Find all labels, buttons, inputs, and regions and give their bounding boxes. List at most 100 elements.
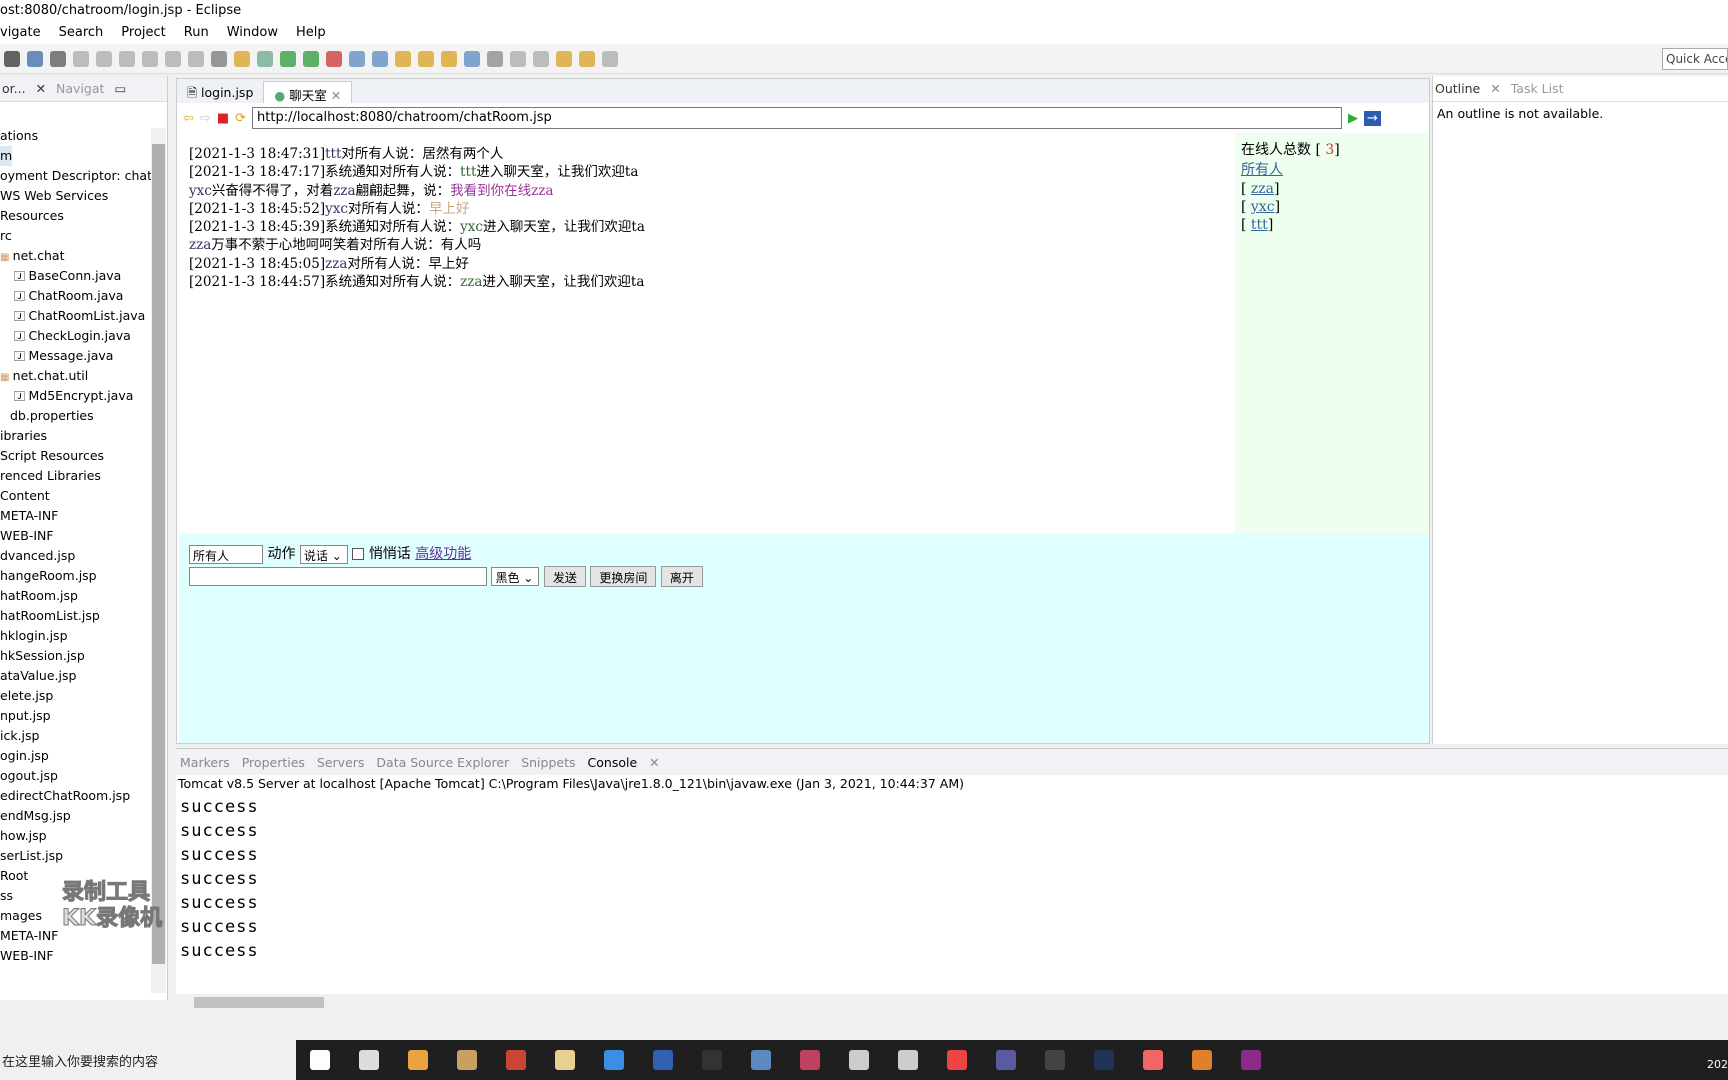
tree-item[interactable]: m bbox=[0, 146, 13, 166]
tree-item[interactable]: nput.jsp bbox=[0, 706, 51, 726]
tree-item[interactable]: META-INF bbox=[0, 506, 58, 526]
taskbar-app-icon[interactable] bbox=[996, 1050, 1016, 1070]
tab-chatroom[interactable]: ● 聊天室 ✕ bbox=[263, 81, 353, 103]
tree-item[interactable]: ▦ net.chat.util bbox=[0, 366, 88, 386]
tree-item[interactable]: hatRoom.jsp bbox=[0, 586, 78, 606]
toolbar-icon[interactable] bbox=[165, 50, 181, 67]
back-icon[interactable]: ⇦ bbox=[183, 111, 194, 126]
user-link[interactable]: ttt bbox=[1251, 217, 1268, 233]
close-icon[interactable]: ✕ bbox=[331, 88, 341, 103]
minimize-icon[interactable]: ▭ bbox=[114, 81, 126, 96]
menu-item[interactable]: Help bbox=[296, 25, 326, 44]
tree-item[interactable]: renced Libraries bbox=[0, 466, 101, 486]
change-room-button[interactable]: 更换房间 bbox=[590, 565, 657, 587]
taskbar-app-icon[interactable] bbox=[506, 1050, 526, 1070]
tab-login-jsp[interactable]: 🗎 login.jsp bbox=[177, 81, 263, 103]
tree-item[interactable]: ogin.jsp bbox=[0, 746, 49, 766]
tree-item[interactable]: ▦ net.chat bbox=[0, 246, 64, 266]
tab-project-explorer[interactable]: or... bbox=[2, 81, 26, 96]
toolbar-icon[interactable] bbox=[418, 50, 434, 67]
tree-item[interactable]: rc bbox=[0, 226, 12, 246]
tree-item[interactable]: META-INF bbox=[0, 926, 58, 946]
tree-item[interactable]: 🄹 CheckLogin.java bbox=[14, 326, 131, 346]
tree-item[interactable]: dvanced.jsp bbox=[0, 546, 75, 566]
open-browser-icon[interactable]: → bbox=[1364, 110, 1381, 126]
tree-item[interactable]: 🄹 ChatRoomList.java bbox=[14, 306, 145, 326]
toolbar-icon[interactable] bbox=[96, 50, 112, 67]
tree-item[interactable]: WS Web Services bbox=[0, 186, 108, 206]
toolbar-icon[interactable] bbox=[211, 50, 227, 67]
taskbar-app-icon[interactable] bbox=[702, 1050, 722, 1070]
taskbar-app-icon[interactable] bbox=[898, 1050, 918, 1070]
forward-icon[interactable]: ⇨ bbox=[200, 111, 211, 126]
tree-item[interactable]: Content bbox=[0, 486, 50, 506]
taskbar-app-icon[interactable] bbox=[408, 1050, 428, 1070]
toolbar-icon[interactable] bbox=[510, 50, 526, 67]
tree-item[interactable]: edirectChatRoom.jsp bbox=[0, 786, 130, 806]
tree-item[interactable]: elete.jsp bbox=[0, 686, 53, 706]
taskbar-app-icon[interactable] bbox=[653, 1050, 673, 1070]
toolbar-icon[interactable] bbox=[234, 50, 250, 67]
menu-item[interactable]: Window bbox=[227, 25, 278, 44]
tab-properties[interactable]: Properties bbox=[242, 755, 305, 770]
toolbar-icon[interactable] bbox=[119, 50, 135, 67]
tree-item[interactable]: Root bbox=[0, 866, 28, 886]
tab-markers[interactable]: Markers bbox=[180, 755, 230, 770]
tab-snippets[interactable]: Snippets bbox=[521, 755, 575, 770]
toolbar-icon[interactable] bbox=[50, 50, 66, 67]
tree-item[interactable]: db.properties bbox=[10, 406, 94, 426]
toolbar-icon[interactable] bbox=[487, 50, 503, 67]
taskbar-search-input[interactable]: 在这里输入你要搜索的内容 bbox=[0, 1040, 296, 1080]
tree-item[interactable]: Resources bbox=[0, 206, 64, 226]
tree-item[interactable]: WEB-INF bbox=[0, 526, 54, 546]
toolbar-icon[interactable] bbox=[303, 50, 319, 67]
tree-item[interactable]: mages bbox=[0, 906, 42, 926]
toolbar-icon[interactable] bbox=[4, 50, 20, 67]
tab-data-source-explorer[interactable]: Data Source Explorer bbox=[376, 755, 509, 770]
tree-item[interactable]: how.jsp bbox=[0, 826, 47, 846]
taskbar-app-icon[interactable] bbox=[1094, 1050, 1114, 1070]
target-input[interactable]: 所有人 bbox=[189, 544, 263, 564]
go-icon[interactable]: ▶ bbox=[1348, 111, 1358, 126]
tree-item[interactable]: Script Resources bbox=[0, 446, 104, 466]
toolbar-icon[interactable] bbox=[556, 50, 572, 67]
taskbar-app-icon[interactable] bbox=[1143, 1050, 1163, 1070]
toolbar-icon[interactable] bbox=[395, 50, 411, 67]
user-link-all[interactable]: 所有人 bbox=[1241, 162, 1283, 178]
tree-item[interactable]: ss bbox=[0, 886, 13, 906]
action-select[interactable]: 说话 ⌄ bbox=[299, 544, 348, 564]
toolbar-icon[interactable] bbox=[27, 50, 43, 67]
quick-access-input[interactable]: Quick Acce bbox=[1662, 48, 1728, 70]
stop-icon[interactable]: ■ bbox=[217, 111, 229, 126]
close-icon[interactable]: ✕ bbox=[1490, 81, 1500, 96]
tree-item[interactable]: 🄹 Md5Encrypt.java bbox=[14, 386, 133, 406]
close-icon[interactable]: ✕ bbox=[36, 81, 46, 96]
taskbar-app-icon[interactable] bbox=[1192, 1050, 1212, 1070]
tab-task-list[interactable]: Task List bbox=[1511, 81, 1564, 96]
toolbar-icon[interactable] bbox=[579, 50, 595, 67]
menu-item[interactable]: vigate bbox=[0, 25, 41, 44]
menu-item[interactable]: Run bbox=[184, 25, 209, 44]
tree-item[interactable]: endMsg.jsp bbox=[0, 806, 71, 826]
tree-item[interactable]: 🄹 BaseConn.java bbox=[14, 266, 121, 286]
tree-item[interactable]: hangeRoom.jsp bbox=[0, 566, 97, 586]
refresh-icon[interactable]: ⟳ bbox=[235, 111, 246, 126]
tree-item[interactable]: 🄹 ChatRoom.java bbox=[14, 286, 123, 306]
close-icon[interactable]: ✕ bbox=[649, 755, 659, 770]
toolbar-icon[interactable] bbox=[326, 50, 342, 67]
tree-item[interactable]: hkSession.jsp bbox=[0, 646, 85, 666]
tree-item[interactable]: serList.jsp bbox=[0, 846, 63, 866]
leave-button[interactable]: 离开 bbox=[660, 565, 703, 587]
color-select[interactable]: 黑色 ⌄ bbox=[491, 566, 540, 586]
whisper-checkbox[interactable] bbox=[352, 548, 365, 560]
tab-servers[interactable]: Servers bbox=[317, 755, 365, 770]
advanced-link[interactable]: 高级功能 bbox=[415, 546, 471, 562]
tree-item[interactable]: hatRoomList.jsp bbox=[0, 606, 100, 626]
tree-item[interactable]: ogout.jsp bbox=[0, 766, 58, 786]
taskbar-app-icon[interactable] bbox=[947, 1050, 967, 1070]
toolbar-icon[interactable] bbox=[602, 50, 618, 67]
send-button[interactable]: 发送 bbox=[543, 565, 586, 587]
toolbar-icon[interactable] bbox=[464, 50, 480, 67]
tree-item[interactable]: ataValue.jsp bbox=[0, 666, 76, 686]
tree-item[interactable]: hklogin.jsp bbox=[0, 626, 68, 646]
